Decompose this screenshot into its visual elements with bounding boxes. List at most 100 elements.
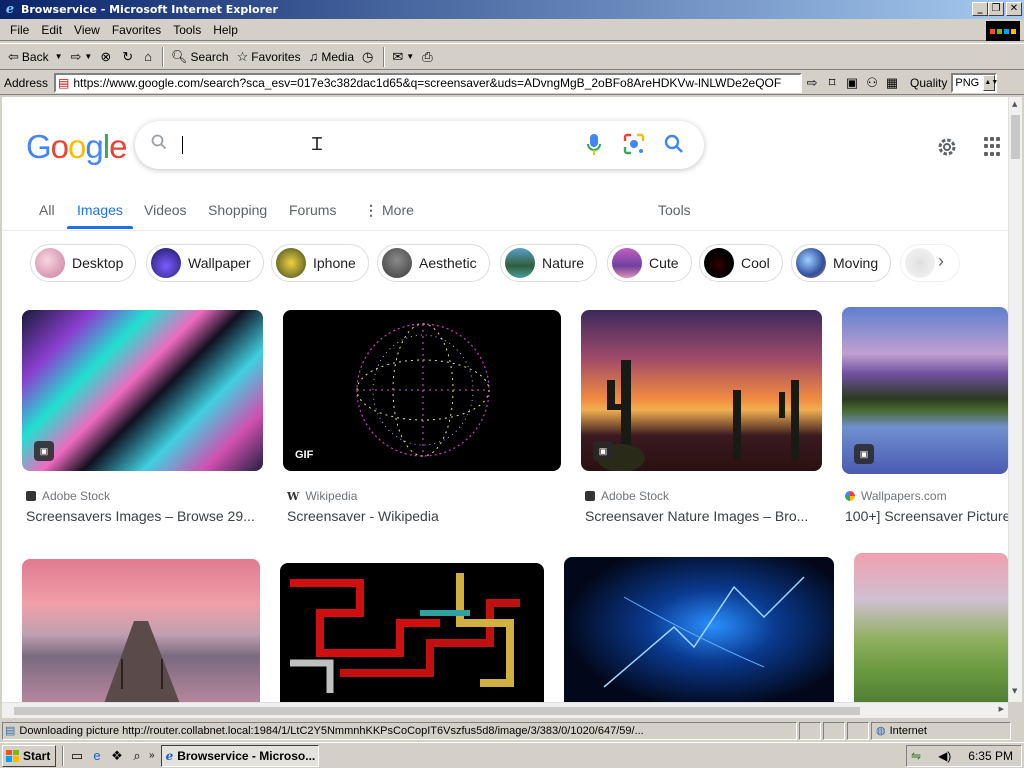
media-button[interactable]: ♫ Media [305,46,358,68]
gear-icon[interactable] [935,135,959,162]
chip-partial[interactable] [900,244,960,282]
back-arrow-icon: ⇦ [8,48,19,64]
menu-file[interactable]: File [4,23,35,37]
result-title[interactable]: Screensaver Nature Images – Bro... [585,508,821,524]
result-image[interactable] [22,559,260,702]
result-title[interactable]: Screensaver - Wikipedia [287,508,563,524]
result-source[interactable]: Adobe Stock [26,489,110,503]
search-button[interactable]: 🔍︎ Search [167,46,233,68]
tab-shopping[interactable]: Shopping [208,202,267,218]
scroll-thumb[interactable] [1011,115,1020,159]
chip-iphone[interactable]: Iphone [271,244,369,282]
back-button[interactable]: ⇦ Back ▼ [4,46,67,68]
result-image[interactable]: ▣ [842,307,1008,474]
quality-select[interactable]: PNG ▲▼ [951,72,998,93]
ie-quicklaunch-icon[interactable]: e [87,746,107,766]
clock[interactable]: 6:35 PM [968,749,1013,763]
scroll-thumb[interactable] [14,707,860,715]
quality-spin-icon[interactable]: ▲▼ [983,74,998,91]
tab-tools[interactable]: Tools [658,202,691,218]
result-title[interactable]: Screensavers Images – Browse 29... [26,508,262,524]
result-source[interactable]: Adobe Stock [585,489,669,503]
chip-nature[interactable]: Nature [500,244,598,282]
search-input[interactable] [182,136,183,154]
print-button[interactable]: ⎙ [418,46,439,68]
network-tray-icon[interactable]: ⇋ [911,749,921,763]
chip-cool[interactable]: Cool [699,244,783,282]
chevron-right-icon[interactable]: › [938,251,944,272]
chip-thumbnail [905,248,935,278]
address-input[interactable]: ▤ https://www.google.com/search?sca_esv=… [54,72,803,93]
print-icon: ⎙ [422,48,433,64]
forward-dropdown-icon[interactable]: ▼ [84,52,92,61]
stop-button[interactable]: ⊗ [96,46,118,68]
favorites-icon: ☆ [236,48,249,64]
tab-all[interactable]: All [39,202,55,218]
result-source[interactable]: W Wikipedia [287,489,357,503]
start-button[interactable]: Start [2,744,56,767]
show-desktop-icon[interactable]: ▭ [67,746,87,766]
maximize-button[interactable]: ❐ [988,2,1004,16]
chip-wallpaper[interactable]: Wallpaper [146,244,264,282]
result-title[interactable]: 100+] Screensaver Pictures [845,508,1008,524]
home-button[interactable]: ⌂ [140,46,159,68]
menu-edit[interactable]: Edit [35,23,68,37]
close-button[interactable]: ✕ [1006,2,1022,16]
horizontal-scrollbar[interactable]: ▶ [2,702,1008,718]
result-image[interactable]: ▣ [22,310,263,471]
tab-videos[interactable]: Videos [144,202,187,218]
refresh-button[interactable]: ↻ [118,46,140,68]
taskbar-window-button[interactable]: e Browservice - Microso... [160,744,319,767]
back-dropdown-icon[interactable]: ▼ [55,52,63,61]
result-image[interactable] [854,553,1008,702]
go-button[interactable]: ⇨ [802,73,822,93]
result-image[interactable] [280,563,544,702]
wallpapers-favicon-icon [845,491,855,501]
globe-icon: ◍ [876,725,886,737]
scroll-down-icon[interactable]: ▼ [1012,687,1017,695]
scroll-up-icon[interactable]: ▲ [1012,100,1017,108]
tab-forums[interactable]: Forums [289,202,336,218]
quicklaunch-more-icon[interactable]: » [149,750,155,761]
search-submit-icon[interactable] [663,133,685,158]
chip-desktop[interactable]: Desktop [30,244,137,282]
menu-help[interactable]: Help [207,23,244,37]
google-lens-icon[interactable] [623,133,645,158]
gif-badge: GIF [295,449,314,461]
vertical-scrollbar[interactable]: ▲ ▼ [1008,97,1022,702]
bookmark-button[interactable]: ⌑ [822,73,842,93]
tab-images[interactable]: Images [77,202,123,218]
result-image[interactable]: GIF [283,310,561,471]
apps-grid-icon[interactable] [984,137,1004,157]
history-button[interactable]: ◷ [358,46,380,68]
microphone-icon[interactable] [587,133,601,160]
save-page-button[interactable]: ▣ [842,73,862,93]
result-image[interactable]: ▣ [581,310,822,471]
scroll-right-icon[interactable]: ▶ [999,705,1004,713]
chip-cute[interactable]: Cute [607,244,692,282]
chip-thumbnail [382,248,412,278]
volume-tray-icon[interactable]: ◀) [938,749,951,763]
find-button[interactable]: ⚇ [862,73,882,93]
minimize-button[interactable]: _ [972,2,988,16]
mail-dropdown-icon[interactable]: ▼ [406,52,414,61]
favorites-button[interactable]: ☆ Favorites [233,46,305,68]
forward-button[interactable]: ⇨ ▼ [67,46,97,68]
search-box[interactable] [135,121,704,169]
google-logo[interactable]: Google [26,128,127,166]
mail-button[interactable]: ✉ ▼ [388,46,418,68]
clipboard-button[interactable]: ▦ [882,73,902,93]
logo-letter: o [68,128,86,165]
chip-aesthetic[interactable]: Aesthetic [377,244,490,282]
status-cell [823,721,845,740]
menu-tools[interactable]: Tools [167,23,207,37]
menu-view[interactable]: View [68,23,106,37]
tab-more[interactable]: ⋮ More [364,202,414,219]
result-image[interactable] [564,557,834,702]
search-quicklaunch-icon[interactable]: ⌕ [127,746,147,766]
result-source[interactable]: Wallpapers.com [845,489,947,503]
menu-favorites[interactable]: Favorites [106,23,167,37]
nav-divider [2,230,1008,231]
explorer-quicklaunch-icon[interactable]: ❖ [107,746,127,766]
chip-moving[interactable]: Moving [791,244,892,282]
